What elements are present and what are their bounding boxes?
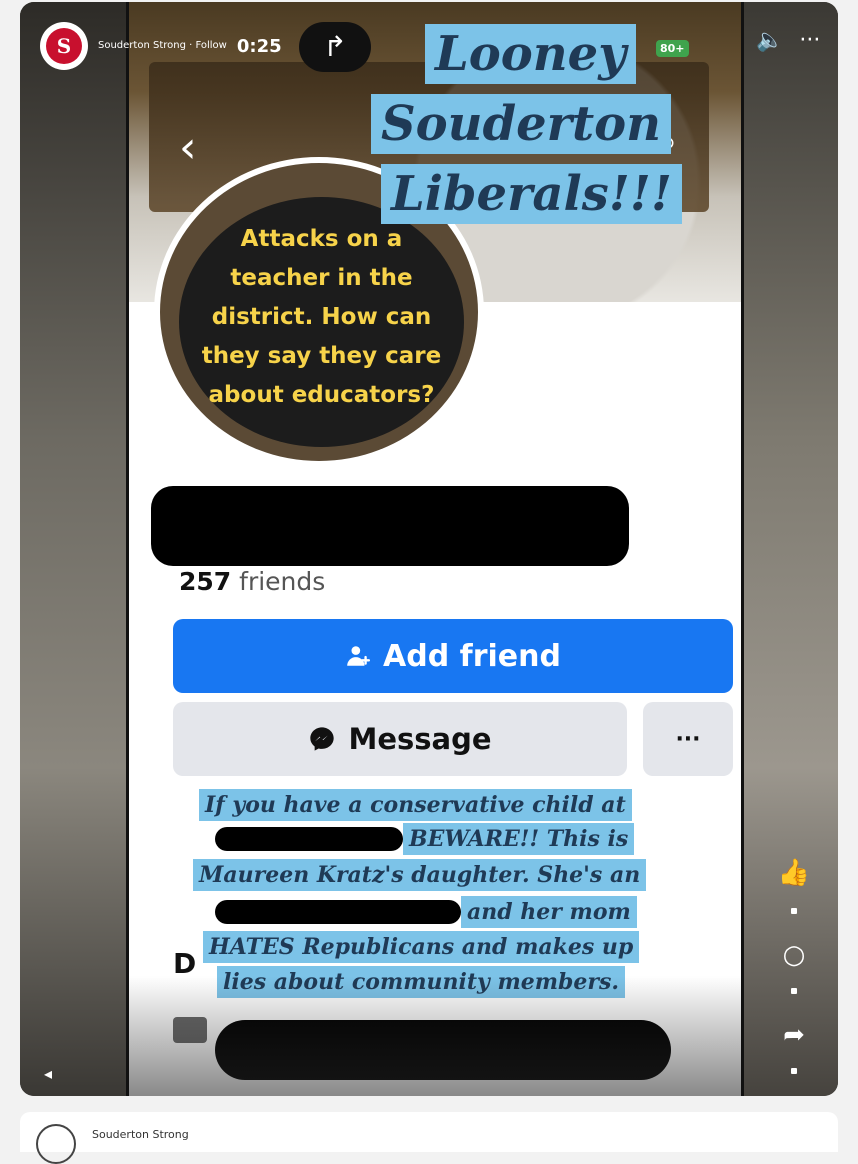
- source-header: S Souderton Strong · Follow 0:25: [40, 22, 282, 70]
- video-blur-left: [20, 2, 126, 1096]
- warning-line-5: HATES Republicans and makes up: [203, 931, 640, 963]
- share-count-dot: [791, 1068, 797, 1074]
- more-icon: ···: [675, 726, 701, 752]
- video-frame: ‹ ⌕ Attacks on a teacher in the district…: [20, 2, 838, 1096]
- redacted-school: [215, 827, 403, 851]
- warning-line-1: If you have a conservative child at: [199, 789, 632, 821]
- page-logo[interactable]: S: [40, 22, 88, 70]
- headline-line-3: Liberals!!!: [381, 164, 682, 224]
- add-friend-label: Add friend: [383, 638, 561, 674]
- more-options-button[interactable]: ···: [643, 702, 733, 776]
- headline-line-2: Souderton: [371, 94, 672, 154]
- share-arrow-icon[interactable]: ↱: [299, 22, 371, 72]
- logo-mark: S: [46, 28, 82, 64]
- friends-number: 257: [179, 567, 232, 596]
- more-icon[interactable]: ···: [799, 28, 820, 53]
- warning-line-2: BEWARE!! This is: [403, 823, 635, 855]
- battery-indicator: 80+: [656, 40, 689, 57]
- forward-icon[interactable]: ➦: [774, 1020, 814, 1050]
- video-blur-right: [738, 2, 838, 1096]
- friends-label: friends: [239, 567, 326, 596]
- message-button[interactable]: Message: [173, 702, 627, 776]
- friends-count: 257 friends: [179, 567, 325, 596]
- add-person-icon: [347, 646, 371, 666]
- warning-line-4: and her mom: [461, 896, 637, 928]
- message-label: Message: [348, 722, 492, 756]
- chevron-left-icon: ‹: [179, 122, 197, 173]
- redacted-occupation: [215, 900, 461, 924]
- footer-avatar[interactable]: [36, 1124, 76, 1164]
- source-page-name[interactable]: Souderton Strong: [98, 40, 186, 51]
- add-friend-button[interactable]: Add friend: [173, 619, 733, 693]
- footer-page-name[interactable]: Souderton Strong: [92, 1128, 189, 1141]
- redacted-name: [151, 486, 629, 566]
- speaker-icon[interactable]: ◂: [44, 1064, 52, 1083]
- headline-line-1: Looney: [425, 24, 637, 84]
- phone-screenshot: ‹ ⌕ Attacks on a teacher in the district…: [126, 2, 744, 1096]
- bottom-fade: [129, 976, 741, 1096]
- messenger-icon: [310, 727, 335, 751]
- comment-count-dot: [791, 988, 797, 994]
- like-count-dot: [791, 908, 797, 914]
- caption-text: Attacks on a teacher in the district. Ho…: [201, 226, 442, 408]
- thumbs-up-icon[interactable]: 👍: [774, 858, 814, 888]
- follow-link[interactable]: Follow: [195, 40, 226, 51]
- top-controls: 🔈 ···: [756, 28, 820, 53]
- source-meta: Souderton Strong · Follow: [98, 40, 227, 51]
- mute-icon[interactable]: 🔈: [756, 28, 783, 53]
- video-timer: 0:25: [236, 35, 282, 57]
- comment-icon[interactable]: ○: [774, 940, 814, 970]
- warning-line-3: Maureen Kratz's daughter. She's an: [193, 859, 647, 891]
